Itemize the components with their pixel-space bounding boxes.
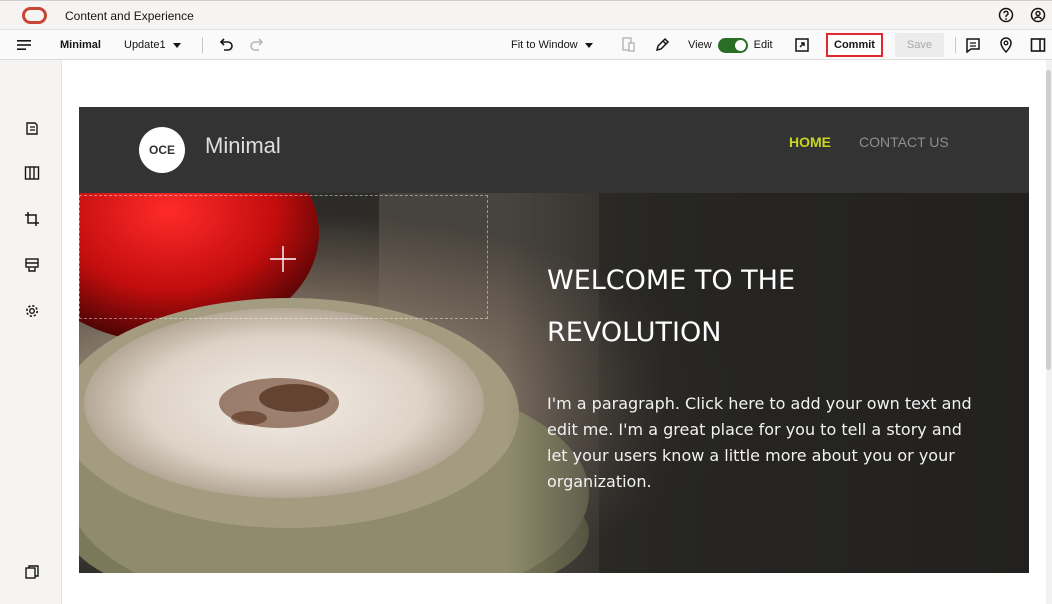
redo-icon[interactable] bbox=[249, 30, 265, 60]
edit-label: Edit bbox=[753, 39, 773, 51]
user-avatar-icon[interactable] bbox=[1029, 6, 1047, 24]
chevron-down-icon bbox=[172, 42, 181, 48]
layout-columns-icon[interactable] bbox=[23, 164, 41, 182]
comments-icon[interactable] bbox=[965, 30, 981, 60]
scrollbar-thumb[interactable] bbox=[1046, 70, 1051, 370]
oce-logo[interactable]: OCE bbox=[139, 127, 185, 173]
page-canvas: OCE Minimal HOME CONTACT US WELCOME TO T… bbox=[62, 60, 1052, 604]
copy-icon[interactable] bbox=[23, 563, 41, 581]
crop-icon[interactable] bbox=[23, 210, 41, 228]
title-bar: Content and Experience bbox=[0, 0, 1052, 30]
left-tool-rail bbox=[0, 60, 62, 604]
hero-heading[interactable]: WELCOME TO THE REVOLUTION bbox=[547, 255, 907, 359]
help-circle-icon[interactable] bbox=[997, 6, 1015, 24]
app-title: Content and Experience bbox=[65, 9, 194, 23]
toolbar-divider bbox=[955, 37, 956, 53]
commit-button[interactable]: Commit bbox=[826, 33, 883, 57]
settings-gear-icon[interactable] bbox=[23, 302, 41, 320]
save-button[interactable]: Save bbox=[895, 33, 944, 57]
update-dropdown-label: Update1 bbox=[124, 39, 166, 51]
oracle-logo bbox=[22, 7, 47, 24]
plus-icon[interactable] bbox=[268, 244, 298, 274]
device-preview-icon[interactable] bbox=[622, 30, 636, 60]
view-label: View bbox=[688, 39, 712, 51]
view-edit-toggle[interactable]: View Edit bbox=[688, 30, 773, 60]
hero-section[interactable]: WELCOME TO THE REVOLUTION I'm a paragrap… bbox=[79, 193, 1029, 573]
site-name-label: Minimal bbox=[60, 39, 101, 51]
app-window: Content and Experience Minimal Update1 F… bbox=[0, 0, 1052, 604]
component-icon[interactable] bbox=[23, 256, 41, 274]
toolbar-divider bbox=[202, 37, 203, 53]
empty-slot-drop-zone[interactable] bbox=[79, 195, 488, 319]
editor-toolbar: Minimal Update1 Fit to Window View Edit … bbox=[0, 30, 1052, 60]
open-external-icon[interactable] bbox=[795, 30, 809, 60]
hamburger-menu-icon[interactable] bbox=[14, 30, 34, 60]
fit-to-window-label: Fit to Window bbox=[511, 39, 578, 51]
site-header: OCE Minimal HOME CONTACT US bbox=[79, 107, 1029, 193]
hero-paragraph[interactable]: I'm a paragraph. Click here to add your … bbox=[547, 391, 987, 495]
side-panel-icon[interactable] bbox=[1030, 30, 1046, 60]
fit-to-window-dropdown[interactable]: Fit to Window bbox=[511, 30, 593, 60]
chevron-down-icon bbox=[584, 42, 593, 48]
undo-icon[interactable] bbox=[218, 30, 234, 60]
nav-link-contact-us[interactable]: CONTACT US bbox=[859, 134, 949, 150]
pencil-icon[interactable] bbox=[654, 30, 670, 60]
nav-link-home[interactable]: HOME bbox=[789, 134, 831, 150]
site-title[interactable]: Minimal bbox=[205, 133, 281, 159]
location-pin-icon[interactable] bbox=[999, 30, 1013, 60]
mode-toggle-switch[interactable] bbox=[717, 37, 748, 53]
update-dropdown[interactable]: Update1 bbox=[124, 30, 181, 60]
pages-icon[interactable] bbox=[23, 119, 41, 137]
